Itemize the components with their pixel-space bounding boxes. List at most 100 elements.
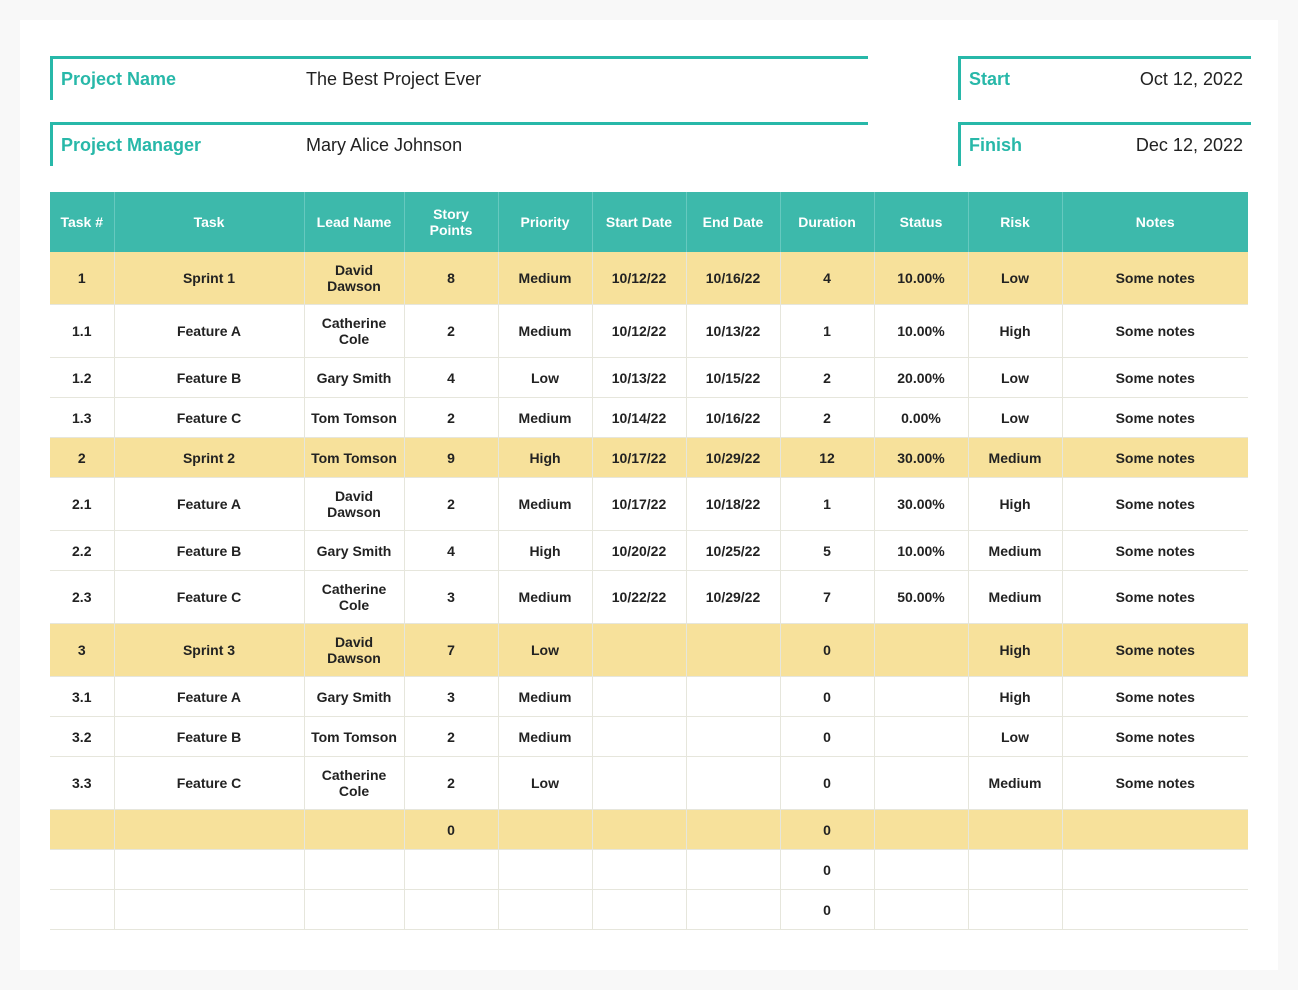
cell-duration[interactable]: 7	[780, 571, 874, 624]
cell-status[interactable]	[874, 624, 968, 677]
cell-end[interactable]	[686, 757, 780, 810]
cell-priority[interactable]	[498, 890, 592, 930]
cell-lead[interactable]: Catherine Cole	[304, 571, 404, 624]
cell-task[interactable]: Feature C	[114, 571, 304, 624]
cell-risk[interactable]: Low	[968, 398, 1062, 438]
cell-duration[interactable]: 5	[780, 531, 874, 571]
cell-notes[interactable]: Some notes	[1062, 478, 1248, 531]
cell-points[interactable]: 2	[404, 717, 498, 757]
cell-tasknum[interactable]: 3.2	[50, 717, 114, 757]
cell-lead[interactable]: Catherine Cole	[304, 757, 404, 810]
table-row[interactable]: 3Sprint 3David Dawson7Low0HighSome notes	[50, 624, 1248, 677]
cell-risk[interactable]: Low	[968, 252, 1062, 305]
cell-duration[interactable]: 1	[780, 305, 874, 358]
cell-status[interactable]: 0.00%	[874, 398, 968, 438]
cell-tasknum[interactable]: 1	[50, 252, 114, 305]
cell-end[interactable]: 10/16/22	[686, 252, 780, 305]
cell-tasknum[interactable]: 1.2	[50, 358, 114, 398]
cell-points[interactable]: 2	[404, 305, 498, 358]
cell-risk[interactable]: Low	[968, 358, 1062, 398]
cell-status[interactable]: 10.00%	[874, 305, 968, 358]
cell-task[interactable]: Feature B	[114, 717, 304, 757]
col-header-tasknum[interactable]: Task #	[50, 192, 114, 252]
cell-status[interactable]: 10.00%	[874, 531, 968, 571]
cell-points[interactable]: 3	[404, 677, 498, 717]
cell-points[interactable]	[404, 850, 498, 890]
finish-value[interactable]: Dec 12, 2022	[1055, 122, 1251, 166]
cell-tasknum[interactable]	[50, 810, 114, 850]
cell-start[interactable]: 10/12/22	[592, 305, 686, 358]
cell-status[interactable]: 10.00%	[874, 252, 968, 305]
cell-notes[interactable]: Some notes	[1062, 438, 1248, 478]
cell-duration[interactable]: 12	[780, 438, 874, 478]
table-row[interactable]: 2Sprint 2Tom Tomson9High10/17/2210/29/22…	[50, 438, 1248, 478]
cell-risk[interactable]: High	[968, 478, 1062, 531]
cell-points[interactable]	[404, 890, 498, 930]
cell-task[interactable]: Feature B	[114, 358, 304, 398]
cell-start[interactable]	[592, 717, 686, 757]
cell-points[interactable]: 2	[404, 757, 498, 810]
cell-task[interactable]	[114, 890, 304, 930]
cell-lead[interactable]: Gary Smith	[304, 531, 404, 571]
cell-end[interactable]: 10/25/22	[686, 531, 780, 571]
cell-end[interactable]	[686, 890, 780, 930]
table-row[interactable]: 1.1Feature ACatherine Cole2Medium10/12/2…	[50, 305, 1248, 358]
cell-priority[interactable]: High	[498, 531, 592, 571]
cell-lead[interactable]: Tom Tomson	[304, 398, 404, 438]
cell-notes[interactable]: Some notes	[1062, 305, 1248, 358]
cell-duration[interactable]: 0	[780, 850, 874, 890]
cell-priority[interactable]: High	[498, 438, 592, 478]
cell-notes[interactable]: Some notes	[1062, 252, 1248, 305]
cell-start[interactable]: 10/13/22	[592, 358, 686, 398]
cell-priority[interactable]: Low	[498, 624, 592, 677]
cell-end[interactable]	[686, 717, 780, 757]
cell-points[interactable]: 2	[404, 478, 498, 531]
cell-priority[interactable]	[498, 850, 592, 890]
cell-lead[interactable]: David Dawson	[304, 624, 404, 677]
cell-status[interactable]	[874, 810, 968, 850]
cell-lead[interactable]: Catherine Cole	[304, 305, 404, 358]
cell-risk[interactable]: Low	[968, 717, 1062, 757]
cell-points[interactable]: 8	[404, 252, 498, 305]
cell-start[interactable]	[592, 890, 686, 930]
cell-task[interactable]	[114, 810, 304, 850]
cell-start[interactable]: 10/20/22	[592, 531, 686, 571]
cell-start[interactable]	[592, 757, 686, 810]
cell-lead[interactable]: Gary Smith	[304, 358, 404, 398]
cell-tasknum[interactable]: 3.1	[50, 677, 114, 717]
cell-end[interactable]: 10/18/22	[686, 478, 780, 531]
cell-notes[interactable]: Some notes	[1062, 531, 1248, 571]
cell-task[interactable]: Feature C	[114, 398, 304, 438]
cell-duration[interactable]: 0	[780, 810, 874, 850]
cell-notes[interactable]: Some notes	[1062, 398, 1248, 438]
cell-task[interactable]: Sprint 2	[114, 438, 304, 478]
cell-tasknum[interactable]	[50, 890, 114, 930]
cell-lead[interactable]: Tom Tomson	[304, 717, 404, 757]
cell-task[interactable]: Feature A	[114, 677, 304, 717]
col-header-task[interactable]: Task	[114, 192, 304, 252]
cell-risk[interactable]	[968, 890, 1062, 930]
cell-risk[interactable]: High	[968, 305, 1062, 358]
cell-risk[interactable]: Medium	[968, 757, 1062, 810]
cell-points[interactable]: 4	[404, 531, 498, 571]
cell-start[interactable]	[592, 677, 686, 717]
cell-priority[interactable]: Low	[498, 358, 592, 398]
cell-priority[interactable]: Low	[498, 757, 592, 810]
cell-task[interactable]: Sprint 1	[114, 252, 304, 305]
cell-lead[interactable]: Tom Tomson	[304, 438, 404, 478]
cell-lead[interactable]: David Dawson	[304, 478, 404, 531]
cell-start[interactable]: 10/12/22	[592, 252, 686, 305]
project-manager-value[interactable]: Mary Alice Johnson	[298, 122, 868, 166]
cell-status[interactable]	[874, 717, 968, 757]
start-value[interactable]: Oct 12, 2022	[1055, 56, 1251, 100]
cell-notes[interactable]: Some notes	[1062, 358, 1248, 398]
cell-status[interactable]: 30.00%	[874, 478, 968, 531]
cell-tasknum[interactable]: 1.1	[50, 305, 114, 358]
cell-points[interactable]: 3	[404, 571, 498, 624]
col-header-duration[interactable]: Duration	[780, 192, 874, 252]
cell-duration[interactable]: 4	[780, 252, 874, 305]
cell-points[interactable]: 0	[404, 810, 498, 850]
table-row[interactable]: 0	[50, 850, 1248, 890]
cell-notes[interactable]: Some notes	[1062, 677, 1248, 717]
cell-priority[interactable]: Medium	[498, 398, 592, 438]
